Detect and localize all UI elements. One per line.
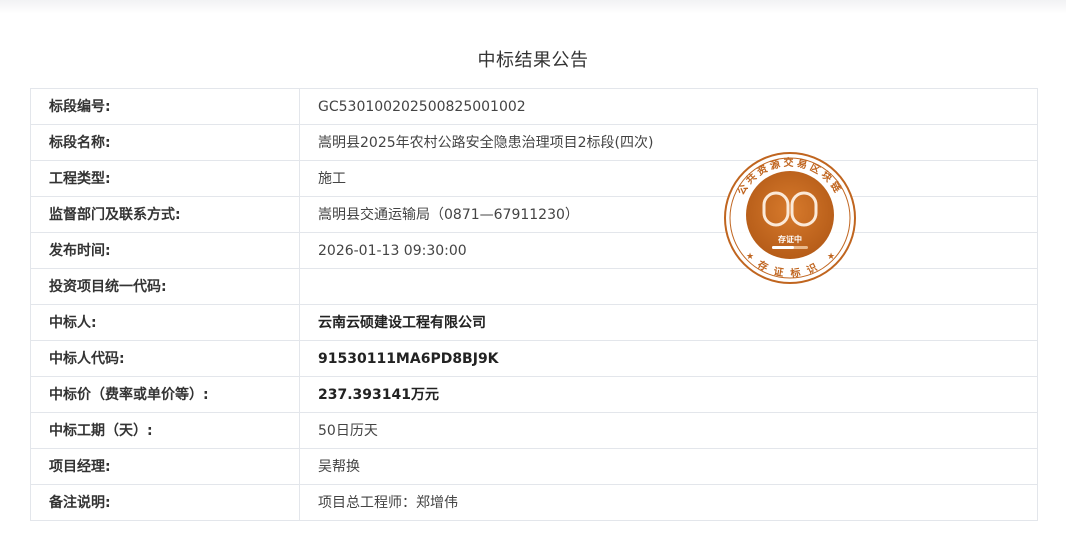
- row-label: 标段名称:: [30, 124, 300, 161]
- row-value: 嵩明县2025年农村公路安全隐患治理项目2标段(四次): [299, 124, 1038, 161]
- row-label: 中标工期（天）:: [30, 412, 300, 449]
- table-row: 备注说明: 项目总工程师：郑增伟: [30, 484, 1038, 521]
- row-value: 项目总工程师：郑增伟: [299, 484, 1038, 521]
- winner-name: 云南云硕建设工程有限公司: [299, 304, 1038, 341]
- row-label: 工程类型:: [30, 160, 300, 197]
- table-row: 发布时间: 2026-01-13 09:30:00: [30, 232, 1038, 269]
- row-label: 备注说明:: [30, 484, 300, 521]
- table-row: 标段编号: GC530100202500825001002: [30, 88, 1038, 125]
- stamp-inner-text: 存证中: [777, 234, 802, 244]
- row-label: 发布时间:: [30, 232, 300, 269]
- row-value: 施工: [299, 160, 1038, 197]
- row-value: [299, 268, 1038, 305]
- table-row: 项目经理: 吴帮换: [30, 448, 1038, 485]
- row-value: 吴帮换: [299, 448, 1038, 485]
- row-label: 中标价（费率或单价等）:: [30, 376, 300, 413]
- stamp-core: [746, 171, 834, 259]
- row-value: GC530100202500825001002: [299, 88, 1038, 125]
- top-bar: [0, 0, 1066, 14]
- star-icon: ★: [746, 252, 754, 262]
- winner-code: 91530111MA6PD8BJ9K: [299, 340, 1038, 377]
- row-label: 中标人:: [30, 304, 300, 341]
- table-row: 中标价（费率或单价等）: 237.393141万元: [30, 376, 1038, 413]
- result-table: 标段编号: GC530100202500825001002 标段名称: 嵩明县2…: [30, 88, 1038, 521]
- row-value: 50日历天: [299, 412, 1038, 449]
- table-row: 标段名称: 嵩明县2025年农村公路安全隐患治理项目2标段(四次): [30, 124, 1038, 161]
- table-row: 监督部门及联系方式: 嵩明县交通运输局（0871—67911230）: [30, 196, 1038, 233]
- row-value: 嵩明县交通运输局（0871—67911230）: [299, 196, 1038, 233]
- star-icon: ★: [827, 252, 835, 262]
- table-row: 中标人代码: 91530111MA6PD8BJ9K: [30, 340, 1038, 377]
- table-row: 工程类型: 施工: [30, 160, 1038, 197]
- winning-price: 237.393141万元: [299, 376, 1038, 413]
- table-row: 中标人: 云南云硕建设工程有限公司: [30, 304, 1038, 341]
- row-label: 中标人代码:: [30, 340, 300, 377]
- row-label: 标段编号:: [30, 88, 300, 125]
- certification-stamp: 公共资源交易区块链 存证标识 ★ ★ 存证中: [724, 152, 856, 284]
- row-value: 2026-01-13 09:30:00: [299, 232, 1038, 269]
- table-row: 投资项目统一代码:: [30, 268, 1038, 305]
- table-row: 中标工期（天）: 50日历天: [30, 412, 1038, 449]
- page-title: 中标结果公告: [477, 50, 589, 71]
- row-label: 监督部门及联系方式:: [30, 196, 300, 233]
- row-label: 项目经理:: [30, 448, 300, 485]
- row-label: 投资项目统一代码:: [30, 268, 300, 305]
- stamp-progress-fill: [772, 246, 794, 249]
